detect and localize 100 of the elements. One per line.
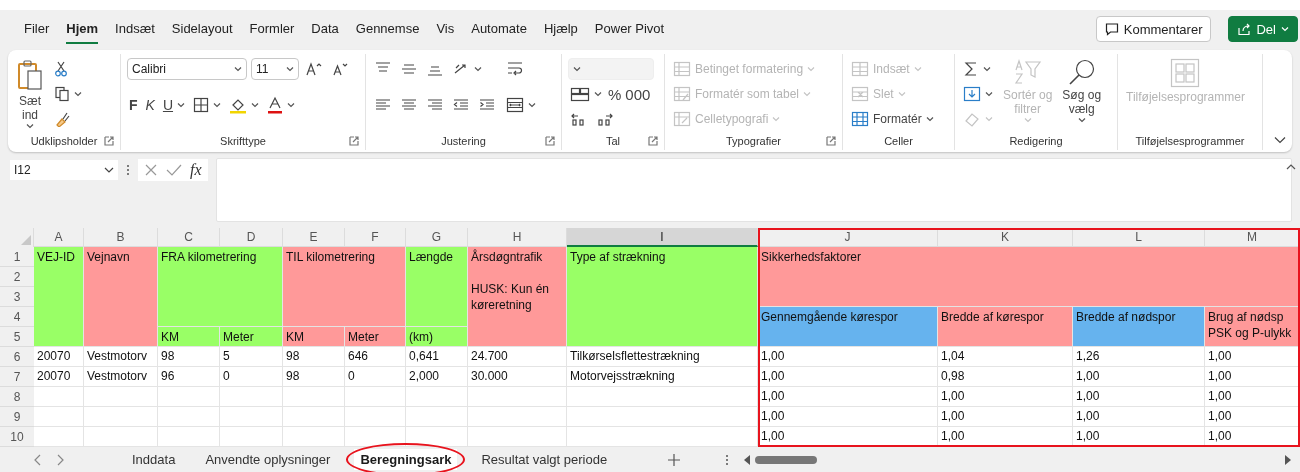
format-cells-icon: [851, 111, 869, 127]
more-icon: [126, 163, 130, 177]
column-header[interactable]: I: [567, 228, 758, 247]
table-cell: 1,00: [1205, 367, 1300, 387]
table-cell: [158, 427, 220, 447]
caret-icon: [251, 102, 260, 108]
fill-down-button[interactable]: [961, 85, 995, 103]
sheet-tab[interactable]: Beregningsark: [354, 449, 458, 470]
column-header[interactable]: F: [345, 228, 406, 247]
accounting-button[interactable]: [568, 85, 604, 103]
table-cell: 1,00: [1205, 427, 1300, 447]
sheet-tab[interactable]: Inddata: [126, 449, 182, 470]
menu-tab[interactable]: Sidelayout: [171, 14, 233, 44]
table-cell: Gennemgående kørespor: [758, 307, 938, 347]
format-cells-button[interactable]: Formatér: [849, 110, 936, 128]
table-cell: 30.000: [468, 367, 567, 387]
column-header[interactable]: E: [283, 228, 345, 247]
row-header[interactable]: 9: [0, 407, 34, 427]
row-header[interactable]: 1: [0, 247, 34, 267]
row-header[interactable]: 3: [0, 287, 34, 307]
table-cell: Vestmotorv: [84, 367, 158, 387]
row-header[interactable]: 6: [0, 347, 34, 367]
conditional-format-icon: [673, 61, 691, 77]
merge-button[interactable]: [504, 95, 538, 115]
table-cell: 98: [283, 347, 345, 367]
row-header[interactable]: 5: [0, 327, 34, 347]
menu-tab[interactable]: Hjælp: [543, 14, 578, 44]
table-cell: 1,00: [758, 347, 938, 367]
table-cell: TIL kilometrering: [283, 247, 406, 327]
table-cell: [34, 407, 84, 427]
menu-tab[interactable]: Indsæt: [115, 14, 155, 44]
column-header[interactable]: D: [220, 228, 283, 247]
column-header[interactable]: A: [34, 228, 84, 247]
underline-button[interactable]: U: [160, 96, 188, 114]
share-button[interactable]: Del: [1228, 16, 1298, 42]
column-header[interactable]: B: [84, 228, 158, 247]
caret-icon: [807, 66, 816, 72]
scrollbar-thumb[interactable]: [755, 455, 818, 464]
scroll-left-icon: [743, 454, 752, 465]
increase-decimal-icon: [596, 111, 614, 127]
table-cell: Årsdøgntrafik HUSK: Kun én køreretning: [468, 247, 567, 347]
menu-tab[interactable]: Gennemse: [355, 14, 420, 44]
format-button[interactable]: %: [608, 85, 622, 103]
select-all-icon: [21, 235, 31, 245]
comments-button[interactable]: Kommentarer: [1095, 16, 1212, 42]
table-cell: Vejnavn: [84, 247, 158, 347]
column-header[interactable]: H: [468, 228, 567, 247]
row-header[interactable]: 8: [0, 387, 34, 407]
caret-icon: [985, 116, 993, 122]
table-cell: 1,00: [758, 427, 938, 447]
table-cell: 1,00: [1205, 347, 1300, 367]
menu-tab[interactable]: Vis: [436, 14, 455, 44]
group-label: Skrifttype: [220, 135, 266, 147]
menu-tab[interactable]: Data: [311, 14, 339, 44]
format-button[interactable]: 000: [625, 85, 651, 103]
menu-tab[interactable]: Power Pivot: [594, 14, 665, 44]
table-cell: [220, 427, 283, 447]
check-icon: [166, 163, 182, 177]
table-cell: 1,04: [938, 347, 1073, 367]
row-header[interactable]: 4: [0, 307, 34, 327]
font-field[interactable]: Calibri: [127, 58, 247, 80]
font-size-field[interactable]: 11: [251, 58, 299, 80]
wrap-text-icon: [506, 60, 524, 78]
sheet-tab[interactable]: Anvendte oplysninger: [199, 449, 337, 470]
search-button[interactable]: Søg og vælg: [1060, 58, 1104, 123]
scissors-button[interactable]: [52, 60, 70, 78]
table-cell: [220, 407, 283, 427]
table-cell: [406, 407, 468, 427]
menu-tab[interactable]: Formler: [249, 14, 295, 44]
row-header[interactable]: 2: [0, 267, 34, 287]
table-cell: 1,26: [1073, 347, 1205, 367]
copy-button[interactable]: [52, 85, 84, 103]
name-box[interactable]: I12: [10, 160, 118, 180]
table-cell: 1,00: [1073, 367, 1205, 387]
table-cell: Længde: [406, 247, 468, 327]
sheet-tab[interactable]: Resultat valgt periode: [475, 449, 614, 470]
menu-tab[interactable]: Filer: [24, 14, 50, 44]
table-cell: 0,641: [406, 347, 468, 367]
italic-button[interactable]: K: [143, 96, 157, 114]
menu-tab[interactable]: Automate: [471, 14, 527, 44]
formula-field[interactable]: [215, 158, 1292, 222]
menu-tab[interactable]: Hjem: [66, 14, 99, 44]
table-cell: KM: [158, 327, 220, 347]
row-header[interactable]: 10: [0, 427, 34, 447]
bold-button[interactable]: F: [127, 96, 140, 114]
group-label: Justering: [441, 135, 486, 147]
cell-style-icon: [673, 111, 691, 127]
column-header[interactable]: G: [406, 228, 468, 247]
caret-icon: [803, 91, 812, 97]
clipboard-button[interactable]: Sæt ind: [14, 58, 46, 129]
table-cell: [34, 387, 84, 407]
insert-function-button[interactable]: fx: [190, 161, 202, 179]
table-cell: FRA kilometrering: [158, 247, 283, 327]
table-cell: (km): [406, 327, 468, 347]
column-header[interactable]: C: [158, 228, 220, 247]
group-label: Tilføjelsesprogrammer: [1135, 135, 1245, 147]
table-cell: 1,00: [938, 427, 1073, 447]
borders-icon: [193, 97, 210, 113]
table-cell: KM: [283, 327, 345, 347]
row-header[interactable]: 7: [0, 367, 34, 387]
